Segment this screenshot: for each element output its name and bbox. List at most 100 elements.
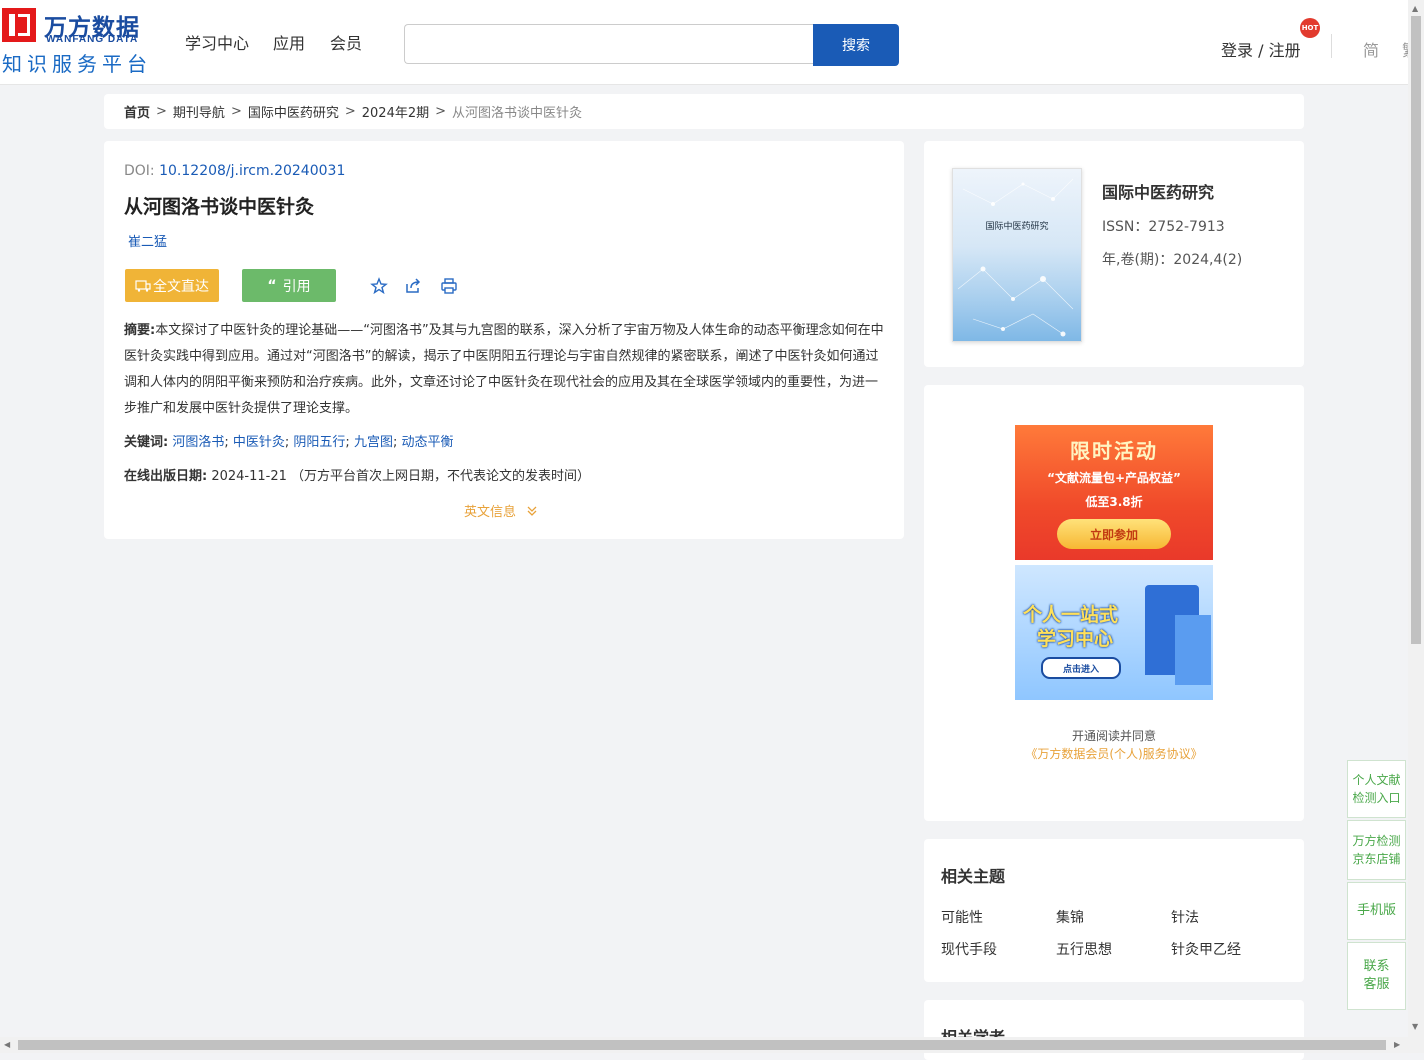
search-input[interactable] [404,24,814,64]
float-label: 个人文献 [1352,773,1401,787]
learning-title-line2: 学习中心 [1037,628,1114,650]
cite-button[interactable]: “ 引用 [242,269,336,302]
header-divider [1331,34,1332,58]
journal-cover[interactable]: 国际中医药研究 [952,168,1082,342]
learning-title-line1: 个人一站式 [1023,604,1119,626]
topic-link[interactable]: 可能性 [941,907,983,927]
nav-learning-center[interactable]: 学习中心 [185,30,249,54]
agreement-link[interactable]: 《万方数据会员(个人)服务协议》 [924,745,1304,762]
article-title: 从河图洛书谈中医针灸 [124,196,315,218]
cite-label: 引用 [282,278,311,295]
float-label: 联系 [1363,959,1390,974]
promo-card: 限时活动 “文献流量包+产品权益” 低至3.8折 立即参加 个人一站式 学习中心… [924,385,1304,821]
article-card: DOI: 10.12208/j.ircm.20240031 从河图洛书谈中医针灸… [104,141,904,539]
abstract-label: 摘要: [124,323,156,338]
keyword-link[interactable]: 河图洛书 [172,435,224,450]
breadcrumb-sep: > [435,104,447,119]
fulltext-button[interactable]: 全文直达 [125,269,219,302]
wanfang-logo[interactable]: 万方数据 WANFANG DATA 知识服务平台 [2,8,152,76]
promo-banner[interactable]: 限时活动 “文献流量包+产品权益” 低至3.8折 立即参加 [1015,425,1213,560]
keyword-link[interactable]: 阴阳五行 [293,435,345,450]
promo-discount: 低至3.8折 [1085,495,1143,509]
breadcrumb-sep: > [344,104,356,119]
join-now-button[interactable]: 立即参加 [1057,519,1171,549]
keywords-label: 关键词: [124,435,169,450]
cover-title: 国际中医药研究 [985,222,1049,232]
agreement-note: 开通阅读并同意 [1071,729,1156,743]
keyword-link[interactable]: 中医针灸 [233,435,285,450]
topic-link[interactable]: 五行思想 [1056,939,1112,959]
float-label: 客服 [1363,977,1390,992]
float-label: 检测入口 [1352,791,1401,805]
topic-link[interactable]: 集锦 [1056,907,1084,927]
breadcrumb-current: 从河图洛书谈中医针灸 [452,106,583,121]
contact-service-entry[interactable]: 联系 客服 [1347,942,1406,1010]
english-info-toggle[interactable]: 英文信息 [464,501,538,520]
related-topics-card: 相关主题 可能性 集锦 针法 现代手段 五行思想 针灸甲乙经 [924,839,1304,982]
abstract: 摘要:本文探讨了中医针灸的理论基础——“河图洛书”及其与九宫图的联系，深入分析了… [124,318,886,422]
learning-center-title: 个人一站式 学习中心 [1023,603,1118,651]
float-label: 京东店铺 [1352,852,1401,866]
journal-volume: 年,卷(期)：2024,4(2) [1102,252,1243,268]
enter-button[interactable]: 点击进入 [1041,657,1121,679]
publish-date-label: 在线出版日期: [124,469,208,484]
scroll-left-arrow-icon[interactable]: ◀ [4,1040,10,1049]
mobile-version-entry[interactable]: 手机版 [1347,882,1406,940]
favorite-star-icon[interactable] [370,277,388,295]
scroll-down-arrow-icon[interactable]: ▼ [1412,1022,1418,1031]
topic-link[interactable]: 针灸甲乙经 [1171,939,1241,959]
float-label: 万方检测 [1352,834,1401,848]
fulltext-label: 全文直达 [153,278,209,295]
doi-line: DOI: 10.12208/j.ircm.20240031 [124,163,345,179]
topic-link[interactable]: 针法 [1171,907,1199,927]
journal-name[interactable]: 国际中医药研究 [1102,179,1214,203]
login-register-link[interactable]: 登录 / 注册 [1221,37,1301,61]
journal-card: 国际中医药研究 国际中医药研究 ISSN：2752-7913 年,卷(期)：20… [924,141,1304,367]
fulltext-icon [135,279,151,292]
lang-simplified[interactable]: 简 [1363,37,1379,61]
english-info-label: 英文信息 [464,505,517,520]
topic-link[interactable]: 现代手段 [941,939,997,959]
breadcrumb-journal[interactable]: 国际中医药研究 [248,102,339,121]
top-header: 万方数据 WANFANG DATA 知识服务平台 学习中心 应用 会员 搜索 登… [0,0,1408,85]
logo-mark-icon [2,8,36,42]
logo-en-text: WANFANG DATA [46,34,139,45]
scroll-up-arrow-icon[interactable]: ▲ [1412,4,1418,13]
keyword-link[interactable]: 动态平衡 [401,435,453,450]
nav-apps[interactable]: 应用 [273,30,305,54]
author-link[interactable]: 崔二猛 [128,231,167,250]
promo-title: 限时活动 [1070,439,1158,463]
learning-center-banner[interactable]: 个人一站式 学习中心 点击进入 [1015,565,1213,700]
logo-subtitle: 知识服务平台 [2,52,152,76]
breadcrumb-home[interactable]: 首页 [124,102,150,121]
vertical-scroll-thumb[interactable] [1411,16,1421,644]
search-button[interactable]: 搜索 [813,24,899,66]
publish-date-note: （万方平台首次上网日期，不代表论文的发表时间） [291,469,591,484]
quote-icon: “ [267,277,277,294]
jd-store-entry[interactable]: 万方检测 京东店铺 [1347,820,1406,880]
doi-link[interactable]: 10.12208/j.ircm.20240031 [159,163,345,179]
breadcrumb-sep: > [230,104,242,119]
double-chevron-down-icon [527,506,537,516]
horizontal-scroll-thumb[interactable] [18,1040,1386,1050]
print-icon[interactable] [440,277,458,295]
hot-badge: HOT [1300,18,1320,38]
breadcrumb-journal-nav[interactable]: 期刊导航 [173,102,225,121]
scroll-right-arrow-icon[interactable]: ▶ [1394,1040,1400,1049]
doi-label: DOI: [124,163,160,179]
breadcrumb-sep: > [156,104,167,119]
building-illustration [1175,615,1211,685]
float-label: 手机版 [1356,903,1396,918]
breadcrumb-issue[interactable]: 2024年2期 [362,102,429,121]
share-icon[interactable] [404,277,422,295]
publish-date-value: 2024-11-21 [211,469,287,484]
publish-date-line: 在线出版日期: 2024-11-21 （万方平台首次上网日期，不代表论文的发表时… [124,465,590,484]
cover-network-pattern [957,178,1074,337]
journal-issn: ISSN：2752-7913 [1102,219,1225,235]
promo-subtitle: “文献流量包+产品权益” [1047,471,1181,485]
abstract-text: 本文探讨了中医针灸的理论基础——“河图洛书”及其与九宫图的联系，深入分析了宇宙万… [124,323,884,416]
personal-check-entry[interactable]: 个人文献 检测入口 [1347,760,1406,818]
keyword-link[interactable]: 九宫图 [354,435,393,450]
nav-membership[interactable]: 会员 [330,30,362,54]
related-topics-heading: 相关主题 [941,867,1006,886]
